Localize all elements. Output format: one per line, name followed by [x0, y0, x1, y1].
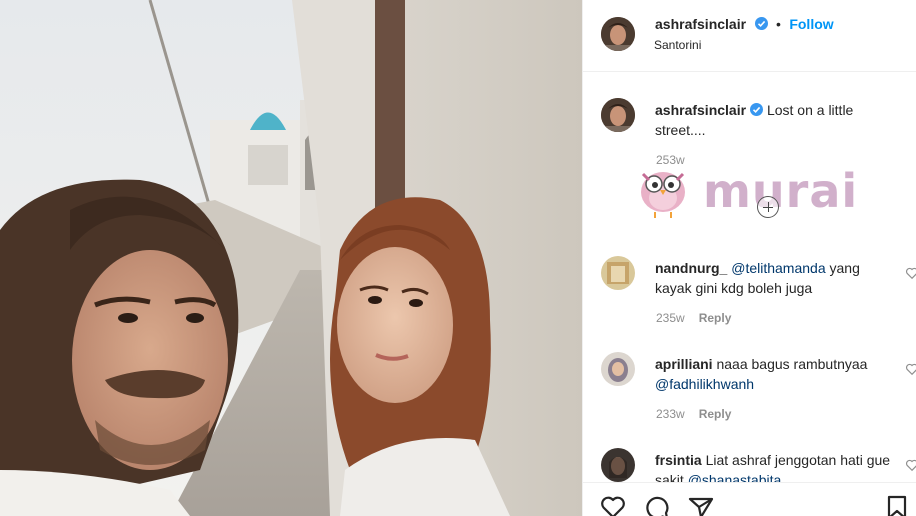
verified-badge-icon — [754, 17, 768, 30]
location-link[interactable]: Santorini — [654, 38, 701, 52]
comment-body: frsintia Liat ashraf jenggotan hati gue … — [655, 450, 895, 482]
post-sidebar: ashrafsinclair • Follow Santorini ashraf… — [582, 0, 916, 516]
heart-icon[interactable] — [599, 493, 627, 516]
watermark-text: murai — [703, 164, 859, 218]
commenter-photo-image — [601, 352, 635, 386]
caption: ashrafsinclair Lost on a little street..… — [655, 100, 895, 140]
caption-avatar[interactable] — [601, 98, 635, 132]
comment-mention[interactable]: @shanastabita — [688, 472, 782, 482]
commenter-photo-image — [601, 256, 635, 290]
profile-photo-image — [601, 17, 635, 51]
comment-meta: 235w Reply — [656, 311, 731, 325]
profile-photo-image — [601, 98, 635, 132]
reply-button[interactable]: Reply — [699, 407, 732, 421]
comment-timestamp[interactable]: 233w — [656, 407, 685, 421]
like-comment-heart-icon[interactable] — [905, 458, 916, 472]
commenter-avatar[interactable] — [601, 352, 635, 386]
header-user-row: ashrafsinclair • Follow — [655, 16, 834, 34]
owl-logo-icon — [641, 172, 685, 218]
comment-text: naaa bagus rambutnyaa — [716, 356, 868, 372]
selfie-photo-image — [0, 0, 582, 516]
comment-username[interactable]: nandnurg_ — [655, 260, 727, 276]
header-username[interactable]: ashrafsinclair — [655, 16, 746, 32]
comment-timestamp[interactable]: 235w — [656, 311, 685, 325]
comment-meta: 233w Reply — [656, 407, 731, 421]
comment-mention[interactable]: @telithamanda — [731, 260, 825, 276]
comment-username[interactable]: frsintia — [655, 452, 702, 468]
commenter-avatar[interactable] — [601, 256, 635, 290]
post-photo[interactable] — [0, 0, 582, 516]
comment-body: nandnurg_ @telithamanda yang kayak gini … — [655, 258, 895, 298]
like-comment-heart-icon[interactable] — [905, 266, 916, 280]
avatar[interactable] — [601, 17, 635, 51]
like-comment-heart-icon[interactable] — [905, 362, 916, 376]
post-header: ashrafsinclair • Follow Santorini — [583, 0, 916, 72]
watermark: murai — [633, 158, 857, 222]
bookmark-icon[interactable] — [883, 493, 911, 516]
comment-item: frsintia Liat ashraf jenggotan hati gue … — [583, 448, 916, 482]
commenter-avatar[interactable] — [601, 448, 635, 482]
reply-button[interactable]: Reply — [699, 311, 732, 325]
follow-button[interactable]: Follow — [789, 16, 833, 32]
separator-dot: • — [775, 16, 781, 32]
comment-body: aprilliani naaa bagus rambutnyaa @fadhil… — [655, 354, 895, 394]
comment-mention[interactable]: @fadhilikhwanh — [655, 376, 754, 392]
commenter-photo-image — [601, 448, 635, 482]
post-actions-bar — [583, 482, 916, 516]
comment-username[interactable]: aprilliani — [655, 356, 713, 372]
verified-badge-icon — [750, 103, 764, 116]
comment-icon[interactable] — [643, 493, 671, 516]
caption-username[interactable]: ashrafsinclair — [655, 102, 746, 118]
zoom-cursor-icon — [757, 196, 779, 218]
share-icon[interactable] — [687, 493, 715, 516]
